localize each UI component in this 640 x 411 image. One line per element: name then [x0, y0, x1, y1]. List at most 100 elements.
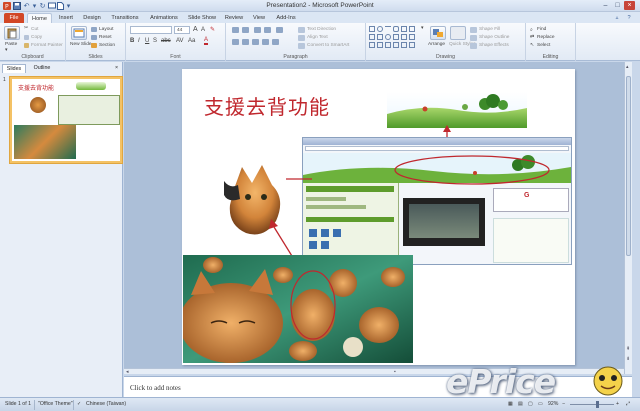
replace-button[interactable]: Replace [537, 35, 555, 40]
maximize-icon[interactable]: □ [612, 1, 623, 10]
tab-insert[interactable]: Insert [55, 13, 77, 23]
paste-dropdown-icon[interactable]: ▾ [5, 48, 7, 53]
italic-icon[interactable]: I [138, 38, 140, 44]
minimize-ribbon-icon[interactable]: ▵ [612, 13, 622, 23]
tab-file[interactable]: File [4, 13, 24, 23]
close-pane-icon[interactable]: × [112, 64, 121, 73]
justify-icon[interactable] [262, 39, 269, 45]
help-icon[interactable]: ? [624, 13, 634, 23]
tab-transitions[interactable]: Transitions [107, 13, 143, 23]
vertical-scroll-thumb[interactable] [626, 76, 631, 256]
shape-oval-icon[interactable] [377, 26, 383, 32]
zoom-in-icon[interactable]: + [616, 401, 619, 407]
shape-outline-button[interactable]: Shape Outline [479, 35, 509, 40]
shape-star-icon[interactable] [401, 34, 407, 40]
fit-to-window-icon[interactable]: ⤢ [626, 401, 630, 408]
align-text-button[interactable]: Align Text [307, 35, 328, 40]
tab-view[interactable]: View [249, 13, 269, 23]
text-direction-button[interactable]: Text Direction [307, 27, 336, 32]
slide-title[interactable]: 支援去背功能 [204, 91, 330, 120]
convert-smartart-button[interactable]: Convert to SmartArt [307, 43, 349, 48]
reset-button[interactable]: Reset [99, 35, 112, 40]
normal-view-icon[interactable]: ▦ [508, 401, 513, 407]
theme-status[interactable]: "Office Theme" [38, 401, 73, 407]
tab-slides[interactable]: Slides [2, 64, 26, 73]
decrease-indent-icon[interactable] [254, 27, 261, 33]
shape-line-icon[interactable] [385, 26, 391, 32]
shape-textbox-icon[interactable] [369, 34, 375, 40]
prev-slide-icon[interactable]: ⇞ [626, 346, 631, 352]
select-button[interactable]: Select [537, 43, 550, 48]
tab-animations[interactable]: Animations [146, 13, 182, 23]
tab-design[interactable]: Design [80, 13, 104, 23]
next-slide-icon[interactable]: ⇟ [626, 356, 631, 362]
font-name-combo[interactable] [130, 26, 172, 34]
tab-review[interactable]: Review [222, 13, 246, 23]
columns-icon[interactable] [272, 39, 279, 45]
shape-pentagon-icon[interactable] [369, 42, 375, 48]
scroll-up-icon[interactable]: ▴ [626, 64, 631, 70]
shape-rectangle-icon[interactable] [369, 26, 375, 32]
cats-collage-image[interactable] [183, 255, 413, 363]
shadow-icon[interactable]: S [153, 38, 157, 44]
shrink-font-icon[interactable]: A [201, 27, 205, 33]
shapes-gallery[interactable]: ▾ [369, 26, 429, 50]
align-left-icon[interactable] [232, 39, 239, 45]
tab-slide-show[interactable]: Slide Show [185, 13, 219, 23]
arrange-button[interactable] [430, 26, 446, 40]
zoom-out-icon[interactable]: − [562, 401, 565, 407]
shape-moon-icon[interactable] [409, 42, 415, 48]
slideshow-view-icon[interactable]: ▭ [538, 401, 543, 407]
align-right-icon[interactable] [252, 39, 259, 45]
numbering-icon[interactable] [242, 27, 249, 33]
shape-arrow-icon[interactable] [401, 26, 407, 32]
new-slide-button[interactable] [71, 26, 87, 40]
language-status[interactable]: Chinese (Taiwan) [86, 401, 126, 407]
zoom-slider[interactable] [570, 404, 614, 405]
zoom-slider-thumb[interactable] [596, 401, 599, 408]
tab-add-ins[interactable]: Add-Ins [272, 13, 300, 23]
format-painter-button[interactable]: Format Painter [31, 43, 63, 48]
shapes-more-icon[interactable]: ▾ [421, 26, 423, 31]
grow-font-icon[interactable]: A [193, 26, 198, 33]
vertical-scrollbar[interactable]: ▴ ⇞ ⇟ [624, 62, 632, 374]
bold-icon[interactable]: B [130, 38, 134, 44]
tab-home[interactable]: Home [27, 13, 52, 23]
char-spacing-icon[interactable]: AV [176, 38, 184, 44]
shape-effects-button[interactable]: Shape Effects [479, 43, 509, 48]
clear-formatting-icon[interactable]: ✎ [210, 26, 215, 33]
shape-callout-icon[interactable] [377, 42, 383, 48]
bullets-icon[interactable] [232, 27, 239, 33]
reading-view-icon[interactable]: ▢ [528, 401, 533, 407]
layout-button[interactable]: Layout [99, 27, 113, 32]
shape-cloud-icon[interactable] [401, 42, 407, 48]
shape-brace-icon[interactable] [409, 34, 415, 40]
slide-canvas[interactable]: 支援去背功能 G [182, 69, 575, 365]
grass-landscape-image[interactable] [387, 92, 527, 128]
find-button[interactable]: Find [537, 27, 546, 32]
shape-heart-icon[interactable] [393, 42, 399, 48]
copy-button[interactable]: Copy [31, 35, 42, 40]
font-size-combo[interactable]: 44 [174, 26, 190, 34]
slide-thumbnail[interactable]: 支援去背功能 [10, 77, 122, 163]
shape-rounded-rect-icon[interactable] [393, 26, 399, 32]
zoom-level[interactable]: 92% [548, 401, 558, 407]
paste-button[interactable] [4, 26, 20, 40]
scroll-left-icon[interactable]: ◂ [126, 369, 129, 375]
font-color-icon[interactable]: A [204, 37, 209, 45]
shape-triangle-icon[interactable] [409, 26, 415, 32]
underline-icon[interactable]: U [145, 38, 149, 44]
shape-circle-icon[interactable] [385, 34, 391, 40]
line-spacing-icon[interactable] [276, 27, 283, 33]
scroll-center-icon[interactable]: ▪ [394, 369, 396, 375]
slide-sorter-icon[interactable]: ▤ [518, 401, 523, 407]
cut-button[interactable]: Cut [31, 27, 38, 32]
notes-pane[interactable]: Click to add notes [124, 376, 632, 397]
close-icon[interactable]: × [624, 1, 635, 10]
quick-styles-button[interactable] [450, 26, 466, 40]
spellcheck-icon[interactable]: ✓ [77, 401, 81, 407]
tab-outline[interactable]: Outline [28, 64, 56, 73]
shape-hexagon-icon[interactable] [385, 42, 391, 48]
shape-fill-button[interactable]: Shape Fill [479, 27, 500, 32]
notes-placeholder[interactable]: Click to add notes [130, 384, 181, 392]
